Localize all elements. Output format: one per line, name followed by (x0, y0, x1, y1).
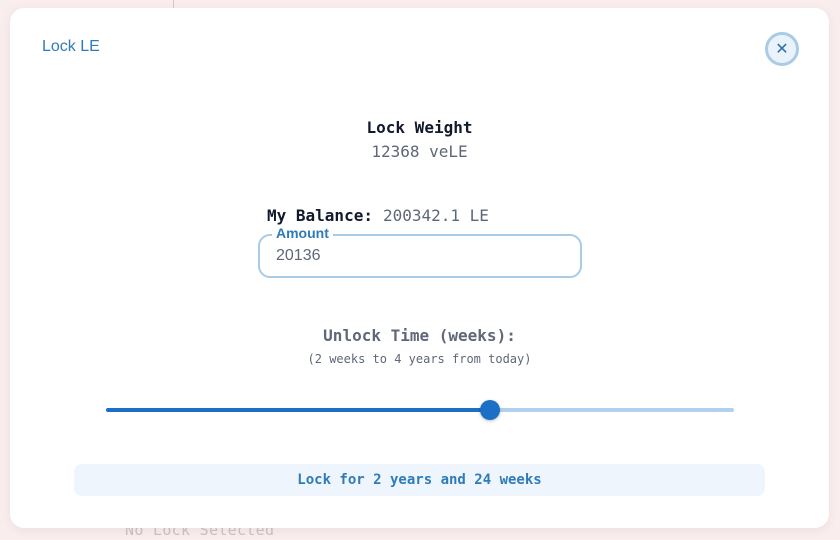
unlock-time-subtitle: (2 weeks to 4 years from today) (307, 352, 532, 366)
balance-label: My Balance: (267, 206, 373, 225)
close-icon: ✕ (775, 39, 789, 58)
lock-weight-title: Lock Weight (366, 118, 473, 137)
balance-value: 200342.1 LE (382, 206, 489, 225)
lock-modal: Lock LE ✕ Lock Weight 12368 veLE My Bala… (10, 8, 829, 528)
lock-button[interactable]: Lock for 2 years and 24 weeks (74, 464, 765, 496)
amount-field: Amount (258, 225, 582, 278)
balance-row: My Balance: 200342.1 LE (267, 206, 489, 225)
amount-input[interactable] (276, 236, 566, 276)
unlock-time-slider[interactable] (106, 398, 734, 422)
unlock-time-title: Unlock Time (weeks): (323, 326, 516, 345)
background-divider (173, 0, 174, 8)
slider-fill (106, 408, 490, 412)
modal-title: Lock LE (42, 38, 100, 55)
close-button[interactable]: ✕ (765, 32, 799, 66)
lock-weight-value: 12368 veLE (371, 142, 468, 161)
slider-thumb[interactable] (480, 400, 500, 420)
